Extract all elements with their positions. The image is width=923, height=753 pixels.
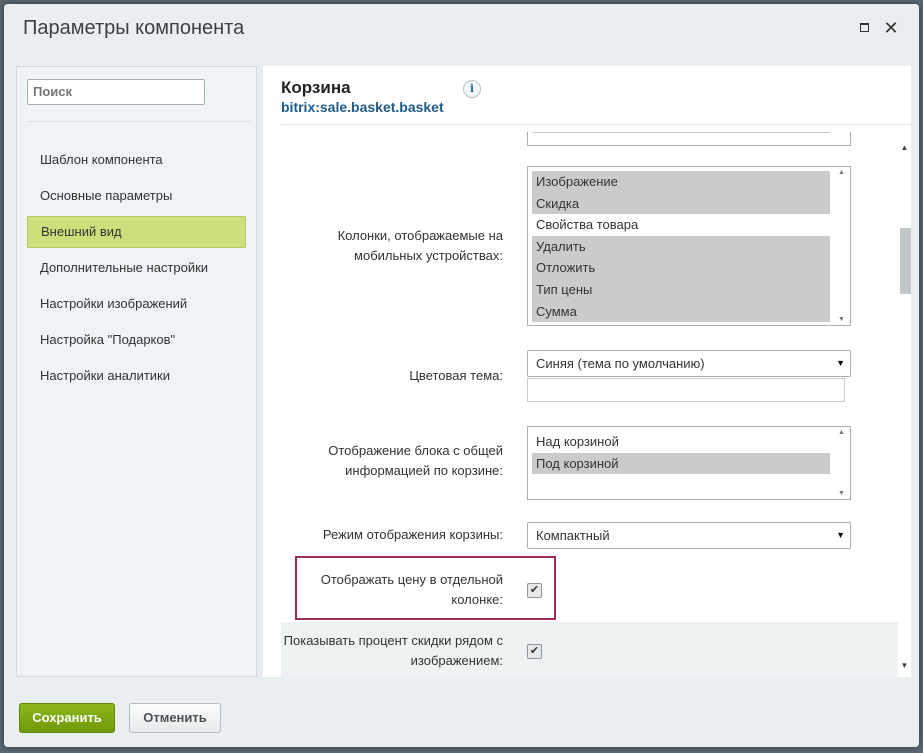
scroll-up-icon[interactable]: ▲ [898,142,911,154]
sidebar-item-appearance[interactable]: Внешний вид [27,216,246,248]
sidebar-item-gifts[interactable]: Настройка "Подарков" [27,324,246,356]
settings-scroll-area[interactable]: Колонки, отображаемые на мобильных устро… [281,132,898,677]
summary-block-label: Отображение блока с общей информацией по… [328,443,503,478]
price-column-checkbox[interactable]: ✔ [527,583,542,598]
color-theme-extra-input[interactable] [527,378,845,402]
maximize-icon[interactable] [854,18,874,38]
listbox-scrollbar[interactable]: ▲ ▼ [836,427,850,499]
mobile-columns-label: Колонки, отображаемые на мобильных устро… [337,228,503,263]
sidebar-divider [27,121,252,122]
header-divider [281,124,911,125]
chevron-down-icon: ▼ [836,530,845,540]
close-icon[interactable]: ✕ [881,18,901,38]
scrollbar-thumb[interactable] [900,228,911,294]
dialog-title: Параметры компонента [23,17,245,39]
previous-listbox-option [532,132,830,133]
mobile-columns-option[interactable]: Сумма [532,300,830,323]
scroll-up-icon[interactable]: ▲ [838,429,845,436]
scroll-up-icon[interactable]: ▲ [838,169,845,176]
search-input[interactable] [33,84,204,99]
sidebar-item-template[interactable]: Шаблон компонента [27,144,246,176]
mobile-columns-option[interactable]: Удалить [532,235,830,258]
title-bar[interactable]: Параметры компонента ✕ [4,4,919,54]
discount-percent-label: Показывать процент скидки рядом с изобра… [283,633,503,668]
scroll-down-icon[interactable]: ▼ [838,490,845,497]
search-field[interactable] [27,79,205,105]
display-mode-label: Режим отображения корзины: [322,527,503,542]
summary-block-listbox[interactable]: Над корзиной Под корзиной ▲ ▼ [527,426,851,500]
mobile-columns-option[interactable]: Тип цены [532,278,830,301]
listbox-scrollbar[interactable]: ▲ ▼ [836,167,850,325]
color-theme-select[interactable]: Синяя (тема по умолчанию) ▼ [527,350,851,377]
mobile-columns-listbox[interactable]: Изображение Скидка Свойства товара Удали… [527,166,851,326]
scroll-down-icon[interactable]: ▼ [898,660,911,672]
component-settings-dialog: Параметры компонента ✕ Шаблон компонента… [4,4,919,747]
info-icon[interactable]: i [463,80,481,98]
dialog-body: Шаблон компонента Основные параметры Вне… [16,66,911,677]
scroll-down-icon[interactable]: ▼ [838,316,845,323]
price-column-label: Отображать цену в отдельной колонке: [320,572,503,607]
check-icon: ✔ [529,645,540,657]
component-code: bitrix:sale.basket.basket [281,99,444,115]
mobile-columns-option[interactable]: Изображение [532,171,830,193]
cancel-button[interactable]: Отменить [129,703,221,733]
color-theme-value: Синяя (тема по умолчанию) [536,356,705,371]
dialog-footer: Сохранить Отменить [4,689,919,747]
discount-percent-checkbox[interactable]: ✔ [527,644,542,659]
previous-listbox[interactable] [527,132,851,146]
display-mode-value: Компактный [536,528,610,543]
color-theme-label: Цветовая тема: [409,368,503,383]
chevron-down-icon: ▼ [836,358,845,368]
content-scrollbar[interactable]: ▲ ▼ [898,142,911,672]
display-mode-select[interactable]: Компактный ▼ [527,522,851,549]
summary-block-option[interactable]: Под корзиной [532,452,830,475]
check-icon: ✔ [529,584,540,596]
sidebar-item-additional[interactable]: Дополнительные настройки [27,252,246,284]
sidebar: Шаблон компонента Основные параметры Вне… [16,66,257,677]
sidebar-item-analytics[interactable]: Настройки аналитики [27,360,246,392]
sidebar-item-basic-params[interactable]: Основные параметры [27,180,246,212]
mobile-columns-option[interactable]: Свойства товара [532,214,830,236]
settings-content: Корзина bitrix:sale.basket.basket i Коло… [263,66,911,677]
save-button[interactable]: Сохранить [19,703,115,733]
component-title: Корзина [281,78,351,97]
summary-block-option[interactable]: Над корзиной [532,431,830,453]
sidebar-item-images[interactable]: Настройки изображений [27,288,246,320]
mobile-columns-option[interactable]: Отложить [532,257,830,279]
mobile-columns-option[interactable]: Скидка [532,192,830,215]
